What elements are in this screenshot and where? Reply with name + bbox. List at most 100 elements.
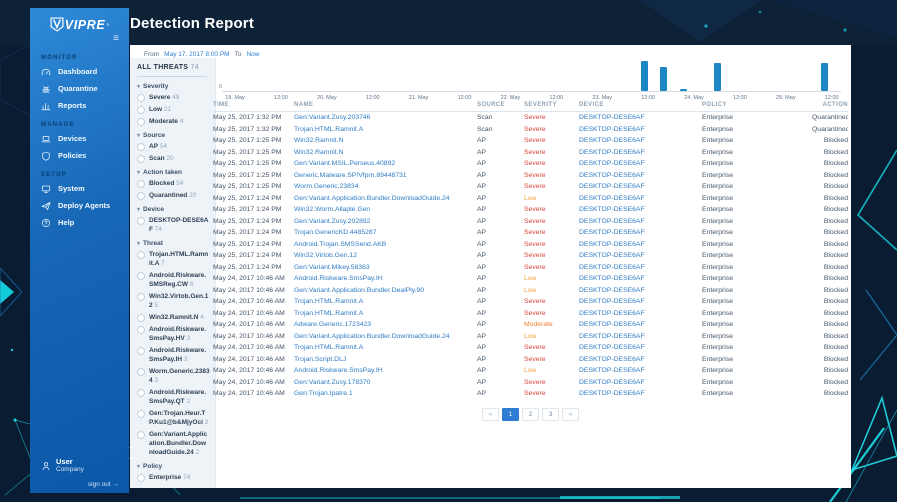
threat-name-link[interactable]: Worm.Generic.23834: [294, 183, 477, 190]
vipre-logo[interactable]: VIPRE ®: [30, 17, 129, 32]
device-link[interactable]: DESKTOP-DESE6AF: [579, 333, 702, 340]
device-link[interactable]: DESKTOP-DESE6AF: [579, 126, 702, 133]
sign-out-link[interactable]: sign out →: [88, 481, 119, 488]
threat-name-link[interactable]: Trojan.HTML.Ramnit.A: [294, 310, 477, 317]
filter-group-title[interactable]: Source: [137, 132, 210, 139]
threat-name-link[interactable]: Trojan.HTML.Ramnit.A: [294, 126, 477, 133]
next-page-button[interactable]: »: [562, 408, 579, 421]
filter-option[interactable]: Low 21: [137, 105, 210, 114]
device-link[interactable]: DESKTOP-DESE6AF: [579, 310, 702, 317]
threat-name-link[interactable]: Android.Riskware.SmsPay.IH: [294, 275, 477, 282]
chart-bar[interactable]: [821, 63, 829, 91]
page-number[interactable]: 1: [502, 408, 519, 421]
threat-name-link[interactable]: Gen:Variant.Mikey.58363: [294, 264, 477, 271]
threat-name-link[interactable]: Gen:Trojan.Ipatre.1: [294, 390, 477, 397]
device-link[interactable]: DESKTOP-DESE6AF: [579, 160, 702, 167]
filter-group-title[interactable]: Action taken: [137, 169, 210, 176]
device-link[interactable]: DESKTOP-DESE6AF: [579, 344, 702, 351]
device-link[interactable]: DESKTOP-DESE6AF: [579, 321, 702, 328]
device-link[interactable]: DESKTOP-DESE6AF: [579, 367, 702, 374]
filter-option[interactable]: Android.Riskware.SMSReg.CW 6: [137, 271, 210, 289]
sidebar-item[interactable]: Quarantine: [30, 80, 129, 97]
filter-checkbox[interactable]: [137, 326, 145, 334]
filter-checkbox[interactable]: [137, 272, 145, 280]
filter-checkbox[interactable]: [137, 293, 145, 301]
device-link[interactable]: DESKTOP-DESE6AF: [579, 206, 702, 213]
sidebar-item[interactable]: Devices: [30, 130, 129, 147]
filter-checkbox[interactable]: [137, 431, 145, 439]
device-link[interactable]: DESKTOP-DESE6AF: [579, 137, 702, 144]
filter-checkbox[interactable]: [137, 368, 145, 376]
threat-name-link[interactable]: Trojan.Script.DLJ: [294, 356, 477, 363]
threat-name-link[interactable]: Gen:Variant.MSIL.Perseus.40892: [294, 160, 477, 167]
filter-checkbox[interactable]: [137, 217, 145, 225]
threat-name-link[interactable]: Win32.Ramnit.N: [294, 137, 477, 144]
device-link[interactable]: DESKTOP-DESE6AF: [579, 275, 702, 282]
sidebar-item[interactable]: Reports: [30, 97, 129, 114]
filter-checkbox[interactable]: [137, 347, 145, 355]
filter-checkbox[interactable]: [137, 106, 145, 114]
sidebar-item[interactable]: Help: [30, 214, 129, 231]
filter-checkbox[interactable]: [137, 474, 145, 482]
filter-checkbox[interactable]: [137, 314, 145, 322]
filter-checkbox[interactable]: [137, 118, 145, 126]
filter-group-title[interactable]: Severity: [137, 83, 210, 90]
filter-checkbox[interactable]: [137, 192, 145, 200]
device-link[interactable]: DESKTOP-DESE6AF: [579, 195, 702, 202]
to-date-link[interactable]: Now: [246, 51, 259, 58]
filter-checkbox[interactable]: [137, 251, 145, 259]
threat-name-link[interactable]: Trojan.HTML.Ramnit.A: [294, 298, 477, 305]
filter-checkbox[interactable]: [137, 94, 145, 102]
page-number[interactable]: 2: [522, 408, 539, 421]
filter-checkbox[interactable]: [137, 410, 145, 418]
sidebar-item[interactable]: Dashboard: [30, 63, 129, 80]
device-link[interactable]: DESKTOP-DESE6AF: [579, 114, 702, 121]
device-link[interactable]: DESKTOP-DESE6AF: [579, 172, 702, 179]
filter-option[interactable]: Android.Riskware.SmsPay.QT 2: [137, 388, 210, 406]
filter-option[interactable]: Win32.Virtob.Gen.12 5: [137, 292, 210, 310]
filter-option[interactable]: AP 54: [137, 142, 210, 151]
filter-option[interactable]: Gen:Trojan.Heur.TP.Ku1@b&MjyOci 2: [137, 409, 210, 427]
device-link[interactable]: DESKTOP-DESE6AF: [579, 298, 702, 305]
sidebar-item[interactable]: Policies: [30, 147, 129, 164]
filter-option[interactable]: DESKTOP-DESE6AF 74: [137, 216, 210, 234]
threat-name-link[interactable]: Android.Trojan.SMSSend.AKB: [294, 241, 477, 248]
device-link[interactable]: DESKTOP-DESE6AF: [579, 183, 702, 190]
filter-option[interactable]: Quarantined 20: [137, 191, 210, 200]
filter-checkbox[interactable]: [137, 143, 145, 151]
threat-name-link[interactable]: Win32.Ramnit.N: [294, 149, 477, 156]
threat-name-link[interactable]: Gen:Variant.Zusy.203746: [294, 114, 477, 121]
threat-name-link[interactable]: Win32.Worm.Allaple.Gen: [294, 206, 477, 213]
device-link[interactable]: DESKTOP-DESE6AF: [579, 218, 702, 225]
from-date-link[interactable]: May 17, 2017 8:00 PM: [164, 51, 229, 58]
threat-name-link[interactable]: Trojan.GenericKD.4485287: [294, 229, 477, 236]
chart-bar[interactable]: [660, 67, 668, 91]
filter-group-title[interactable]: Policy: [137, 463, 210, 470]
filter-option[interactable]: Trojan.HTML.Ramnit.A 7: [137, 250, 210, 268]
filter-option[interactable]: Win32.Ramnit.N 4: [137, 313, 210, 322]
device-link[interactable]: DESKTOP-DESE6AF: [579, 264, 702, 271]
threat-name-link[interactable]: Gen:Variant.Application.Bundler.Download…: [294, 333, 477, 340]
filter-option[interactable]: Scan 20: [137, 154, 210, 163]
threat-name-link[interactable]: Gen:Variant.Zusy.202892: [294, 218, 477, 225]
threat-name-link[interactable]: Generic.Malware.SP!Vfprn.89448731: [294, 172, 477, 179]
threat-name-link[interactable]: Gen:Variant.Application.Bundler.Download…: [294, 195, 477, 202]
threat-name-link[interactable]: Gen:Variant.Application.Bundler.DealPly.…: [294, 287, 477, 294]
filter-option[interactable]: Enterprise 74: [137, 473, 210, 482]
device-link[interactable]: DESKTOP-DESE6AF: [579, 229, 702, 236]
chart-bar[interactable]: [679, 89, 687, 91]
chart-bar[interactable]: [641, 61, 649, 91]
filter-option[interactable]: Android.Riskware.SmsPay.HV 3: [137, 325, 210, 343]
menu-icon[interactable]: ≡: [113, 34, 119, 44]
sidebar-item[interactable]: System: [30, 180, 129, 197]
filter-group-title[interactable]: Device: [137, 206, 210, 213]
page-number[interactable]: 3: [542, 408, 559, 421]
threat-name-link[interactable]: Gen:Variant.Zusy.178370: [294, 379, 477, 386]
sidebar-item[interactable]: Deploy Agents: [30, 197, 129, 214]
filter-checkbox[interactable]: [137, 389, 145, 397]
filter-option[interactable]: Blocked 54: [137, 179, 210, 188]
threat-name-link[interactable]: Win32.Virtob.Gen.12: [294, 252, 477, 259]
threat-name-link[interactable]: Android.Riskware.SmsPay.IH: [294, 367, 477, 374]
device-link[interactable]: DESKTOP-DESE6AF: [579, 287, 702, 294]
filter-option[interactable]: Worm.Generic.23834 3: [137, 367, 210, 385]
